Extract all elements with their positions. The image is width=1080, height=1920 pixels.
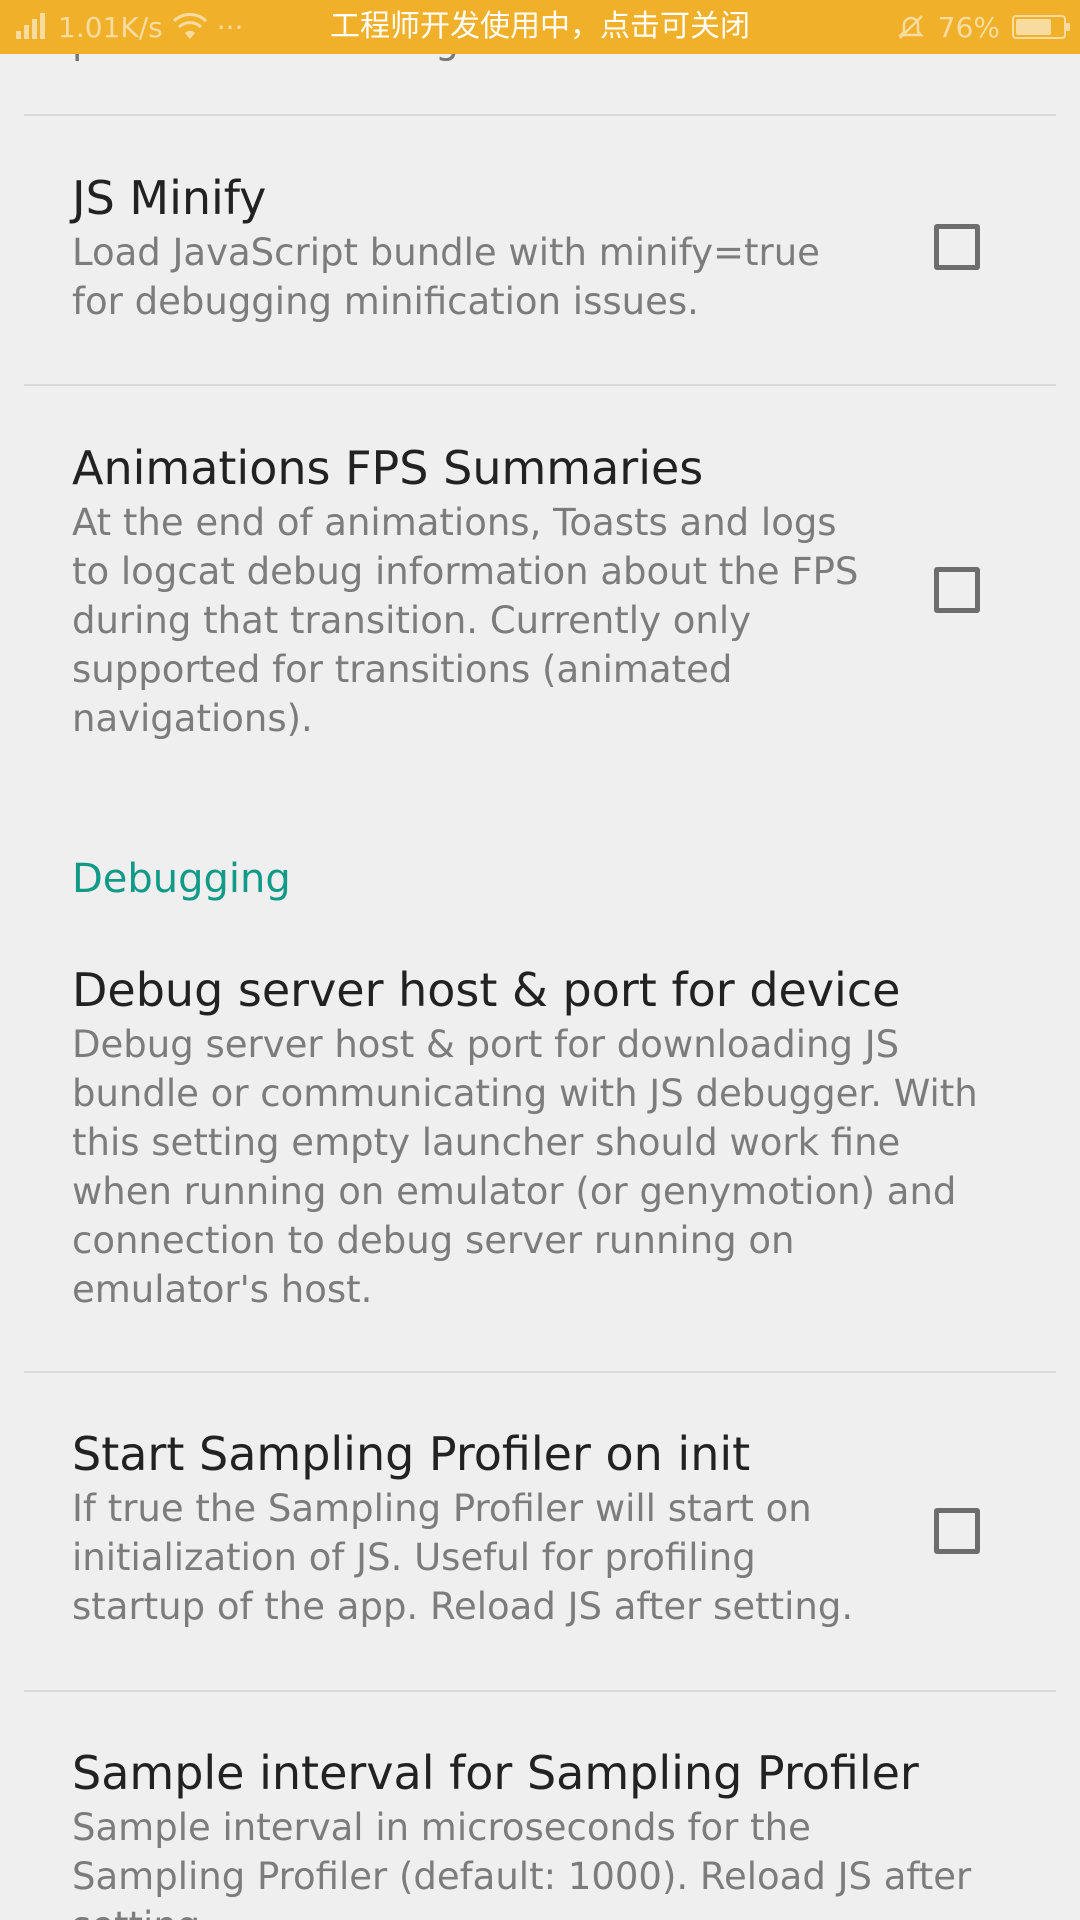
pref-animations-fps[interactable]: Animations FPS Summaries At the end of a… <box>72 438 872 743</box>
pref-summary: Sample interval in microseconds for the … <box>72 1806 972 1920</box>
category-debugging: Debugging <box>72 856 291 902</box>
divider <box>24 1371 1056 1373</box>
pref-summary: Debug server host & port for downloading… <box>72 1023 978 1311</box>
js-minify-checkbox[interactable] <box>934 224 980 270</box>
battery-level <box>1016 19 1051 35</box>
battery-percent: 76% <box>937 10 1000 44</box>
battery-icon <box>1012 15 1070 39</box>
mute-bell-icon <box>897 15 924 39</box>
pref-summary: At the end of animations, Toasts and log… <box>72 501 859 740</box>
divider <box>24 1690 1056 1692</box>
pref-js-minify[interactable]: JS Minify Load JavaScript bundle with mi… <box>72 168 872 326</box>
pref-title: JS Minify <box>72 171 267 225</box>
pref-debug-server-host[interactable]: Debug server host & port for device Debu… <box>72 960 992 1314</box>
pref-sample-interval[interactable]: Sample interval for Sampling Profiler Sa… <box>72 1743 992 1920</box>
sampling-profiler-checkbox[interactable] <box>934 1508 980 1554</box>
pref-title: Animations FPS Summaries <box>72 441 704 495</box>
pref-title: Debug server host & port for device <box>72 963 901 1017</box>
pref-sampling-profiler-init[interactable]: Start Sampling Profiler on init If true … <box>72 1424 872 1631</box>
status-bar[interactable]: 1.01K/s ··· 工程师开发使用中，点击可关闭 76% <box>0 0 1080 54</box>
pref-summary: If true the Sampling Profiler will start… <box>72 1487 854 1628</box>
divider <box>24 384 1056 386</box>
divider <box>24 114 1056 116</box>
animations-fps-checkbox[interactable] <box>934 567 980 613</box>
pref-title: Start Sampling Profiler on init <box>72 1427 751 1481</box>
settings-screen: 1.01K/s ··· 工程师开发使用中，点击可关闭 76% performan… <box>0 0 1080 1920</box>
pref-summary: Load JavaScript bundle with minify=true … <box>72 231 820 323</box>
status-right: 76% <box>896 8 1070 46</box>
pref-title: Sample interval for Sampling Profiler <box>72 1746 919 1800</box>
